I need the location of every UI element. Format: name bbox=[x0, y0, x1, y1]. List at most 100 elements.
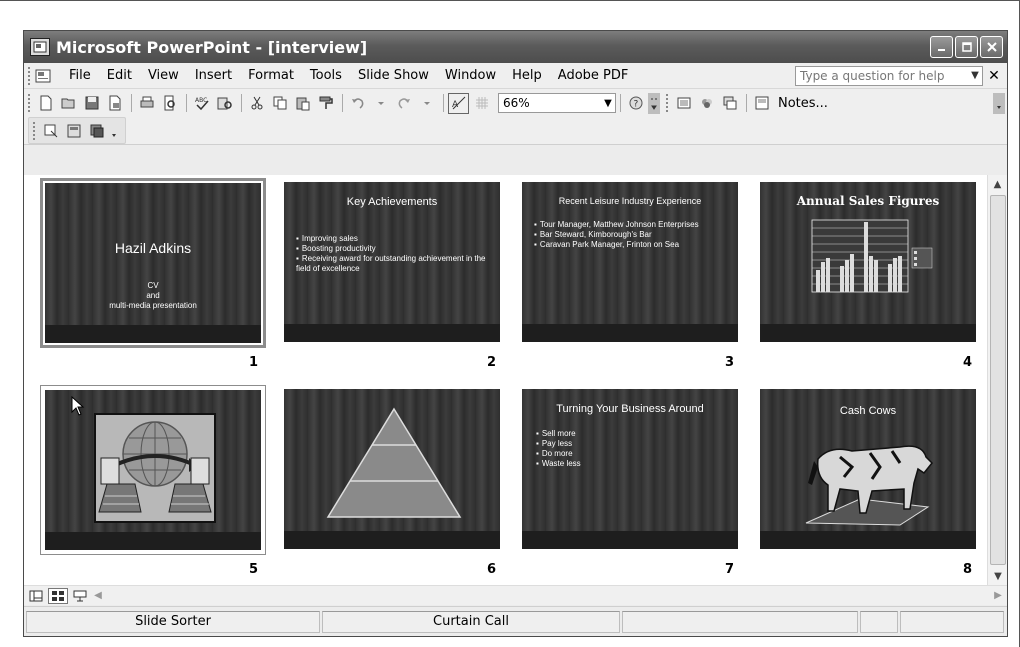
toolbar-options-icon[interactable] bbox=[109, 120, 119, 141]
help-icon[interactable]: ? bbox=[625, 93, 646, 114]
slide-5 bbox=[45, 390, 261, 550]
slide-thumbnail-6[interactable] bbox=[280, 385, 506, 555]
slide-bullets: Improving sales Boosting productivity Re… bbox=[296, 234, 492, 274]
bullet-item: Improving sales bbox=[296, 234, 492, 244]
scroll-up-icon[interactable]: ▲ bbox=[988, 175, 1007, 193]
format-painter-icon[interactable] bbox=[315, 93, 336, 114]
chevron-down-icon[interactable]: ▼ bbox=[601, 98, 615, 109]
notes-icon[interactable] bbox=[751, 93, 772, 114]
print-preview-icon[interactable] bbox=[159, 93, 180, 114]
zoom-select[interactable]: 66% ▼ bbox=[498, 93, 616, 113]
scroll-down-icon[interactable]: ▼ bbox=[988, 567, 1007, 585]
toolbar-grip[interactable] bbox=[28, 66, 31, 85]
toolbar-grip[interactable] bbox=[28, 94, 31, 112]
chart-thumbnail bbox=[811, 219, 933, 293]
toolbar-grip[interactable] bbox=[33, 121, 36, 140]
menu-format[interactable]: Format bbox=[240, 68, 302, 83]
slide-number: 7 bbox=[725, 562, 735, 577]
menu-slide-show[interactable]: Slide Show bbox=[350, 68, 437, 83]
notes-button[interactable]: Notes... bbox=[778, 96, 828, 111]
paste-icon[interactable] bbox=[292, 93, 313, 114]
cow-clipart bbox=[805, 445, 934, 526]
document-icon[interactable] bbox=[35, 67, 55, 85]
redo-dropdown-icon[interactable] bbox=[416, 93, 437, 114]
new-slide-icon[interactable] bbox=[86, 120, 107, 141]
document-close-icon[interactable]: ✕ bbox=[983, 68, 1005, 84]
menu-bar: File Edit View Insert Format Tools Slide… bbox=[24, 63, 1007, 89]
bullet-item: Caravan Park Manager, Frinton on Sea bbox=[534, 240, 730, 250]
curtain-hem bbox=[284, 324, 500, 342]
maximize-button[interactable] bbox=[955, 36, 978, 58]
slide-thumbnail-7[interactable]: Turning Your Business Around Sell more P… bbox=[518, 385, 744, 555]
color-grayscale-icon[interactable] bbox=[696, 93, 717, 114]
toolbar-separator bbox=[131, 94, 132, 112]
chevron-down-icon[interactable]: ▼ bbox=[968, 70, 982, 81]
print-icon[interactable] bbox=[136, 93, 157, 114]
curtain-hem bbox=[760, 531, 976, 549]
save-icon[interactable] bbox=[81, 93, 102, 114]
duplicate-slide-icon[interactable] bbox=[719, 93, 740, 114]
menu-window[interactable]: Window bbox=[437, 68, 504, 83]
copy-icon[interactable] bbox=[269, 93, 290, 114]
slide-sorter-toolbar bbox=[24, 117, 1007, 145]
scroll-right-icon[interactable]: ▶ bbox=[989, 590, 1007, 601]
slide-show-icon[interactable] bbox=[673, 93, 694, 114]
cut-icon[interactable] bbox=[246, 93, 267, 114]
slide-show-view-icon[interactable] bbox=[70, 588, 90, 604]
menu-file[interactable]: File bbox=[61, 68, 99, 83]
slide-thumbnail-4[interactable]: Annual Sales Figures bbox=[756, 178, 982, 348]
slide-subtitle-line: CV bbox=[147, 281, 159, 290]
undo-icon[interactable] bbox=[347, 93, 368, 114]
menu-edit[interactable]: Edit bbox=[99, 68, 140, 83]
spelling-icon[interactable]: ABC bbox=[191, 93, 212, 114]
open-icon[interactable] bbox=[58, 93, 79, 114]
slide-sorter-view-icon[interactable] bbox=[48, 587, 68, 604]
minimize-button[interactable] bbox=[930, 36, 953, 58]
slide-subtitle-line: and bbox=[146, 291, 160, 300]
slide-transition-icon[interactable] bbox=[40, 120, 61, 141]
curtain-background bbox=[45, 183, 261, 343]
bullet-item: Waste less bbox=[536, 459, 716, 469]
slide-title: Key Achievements bbox=[346, 196, 438, 208]
help-search-input[interactable]: Type a question for help ▼ bbox=[795, 65, 983, 86]
slide-thumbnail-2[interactable]: Key Achievements Improving sales Boostin… bbox=[280, 178, 506, 348]
close-button[interactable] bbox=[980, 36, 1003, 58]
toolbar-separator bbox=[241, 94, 242, 112]
curtain-hem bbox=[284, 531, 500, 549]
curtain-hem bbox=[522, 531, 738, 549]
slide-thumbnail-3[interactable]: Recent Leisure Industry Experience Tour … bbox=[518, 178, 744, 348]
scrollbar-thumb[interactable] bbox=[990, 195, 1006, 565]
slide-thumbnail-8[interactable]: Cash Cows bbox=[756, 385, 982, 555]
curtain-background bbox=[522, 182, 738, 342]
slide-7: Turning Your Business Around Sell more P… bbox=[522, 389, 738, 549]
menu-help[interactable]: Help bbox=[504, 68, 550, 83]
toolbar-grip[interactable] bbox=[666, 94, 669, 112]
redo-icon[interactable] bbox=[393, 93, 414, 114]
normal-view-icon[interactable] bbox=[26, 588, 46, 604]
slide-design-icon[interactable] bbox=[63, 120, 84, 141]
show-formatting-icon[interactable]: A bbox=[448, 92, 469, 114]
research-icon[interactable] bbox=[214, 93, 235, 114]
menu-view[interactable]: View bbox=[140, 68, 187, 83]
slide-bullets: Sell more Pay less Do more Waste less bbox=[536, 429, 716, 469]
toolbar-options-icon[interactable] bbox=[648, 92, 660, 114]
slide-thumbnail-1[interactable]: Hazil Adkins CV and multi-media presenta… bbox=[40, 178, 266, 348]
menu-adobe-pdf[interactable]: Adobe PDF bbox=[550, 68, 637, 83]
grid-icon[interactable] bbox=[471, 93, 492, 114]
toolbar-options-icon[interactable] bbox=[993, 92, 1005, 114]
slide-thumbnail-5[interactable] bbox=[40, 385, 266, 555]
help-placeholder: Type a question for help bbox=[800, 68, 945, 83]
menu-insert[interactable]: Insert bbox=[187, 68, 240, 83]
undo-dropdown-icon[interactable] bbox=[370, 93, 391, 114]
slide-title: Annual Sales Figures bbox=[796, 194, 940, 208]
status-cell-empty bbox=[622, 610, 858, 633]
zoom-value: 66% bbox=[503, 96, 530, 110]
toolbar-separator bbox=[443, 94, 444, 112]
new-icon[interactable] bbox=[35, 93, 56, 114]
scroll-left-icon[interactable]: ◀ bbox=[90, 590, 106, 601]
title-bar: Microsoft PowerPoint - [interview] bbox=[24, 31, 1007, 63]
menu-tools[interactable]: Tools bbox=[302, 68, 350, 83]
permission-icon[interactable] bbox=[104, 93, 125, 114]
vertical-scrollbar[interactable]: ▲ ▼ bbox=[987, 175, 1007, 585]
powerpoint-app-icon[interactable] bbox=[30, 38, 50, 56]
